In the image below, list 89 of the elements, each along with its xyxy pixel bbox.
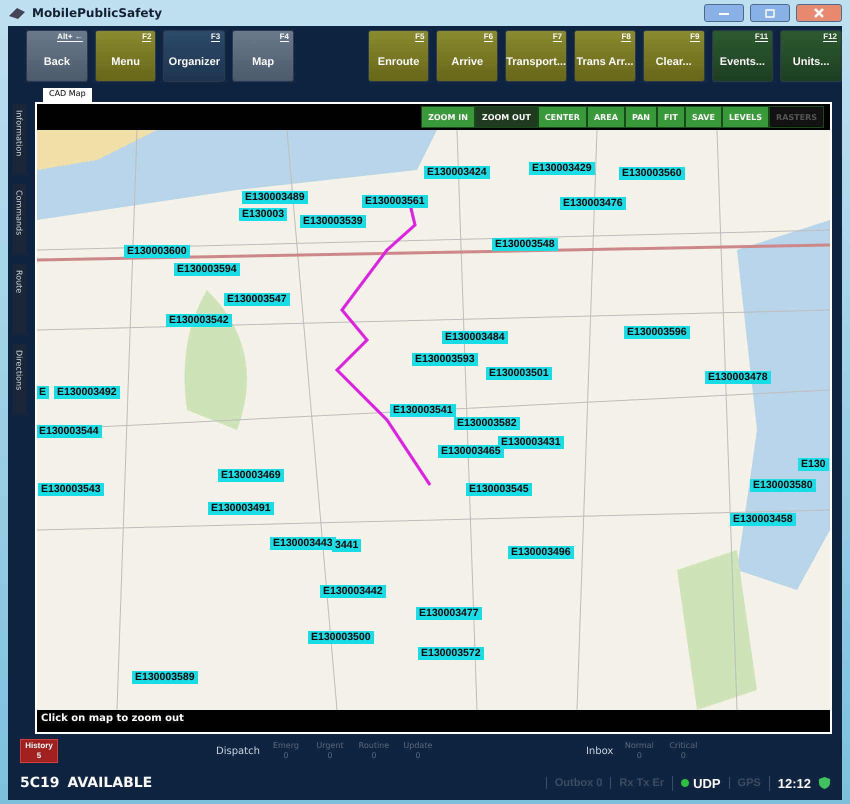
incident-label[interactable]: E130003477 [416,607,482,620]
toolbar-button[interactable]: Alt+ ← Back [26,30,88,82]
map-hint: Click on map to zoom out [40,712,185,726]
incident-label[interactable]: E130003429 [529,162,595,175]
incident-label[interactable]: E130003593 [412,353,478,366]
toolbar-button[interactable]: F6 Arrive [436,30,498,82]
incident-label[interactable]: E130003500 [308,631,374,644]
incident-label[interactable]: 3441 [332,539,362,552]
unit-id: 5C19 [20,775,60,791]
inbox-counter: Critical 0 [668,741,698,761]
toolbar-button[interactable]: F4 Map [232,30,294,82]
clock: 12:12 [768,776,811,790]
side-tab[interactable]: Route [12,264,26,334]
incident-label[interactable]: E130003542 [166,314,232,327]
incident-label[interactable]: E130003489 [242,191,308,204]
incident-label[interactable]: E130003572 [418,647,484,660]
map-tool-button[interactable]: FIT [656,106,685,128]
status-indicator: UDP [672,776,721,790]
map-tool-button[interactable]: LEVELS [722,106,770,128]
toolbar-button[interactable]: F11 Events... [712,30,774,82]
dispatch-counter: Urgent 0 [315,741,345,761]
incident-label[interactable]: E130003543 [38,483,104,496]
minimize-icon [719,11,729,15]
incident-label[interactable]: E130003541 [390,404,456,417]
incident-label[interactable]: E130003491 [208,502,274,515]
tab[interactable]: CAD Map [43,88,92,102]
toolbar-button[interactable]: F8 Trans Arr... [574,30,636,82]
window-title: MobilePublicSafety [32,6,164,20]
incident-label[interactable]: E130003547 [224,293,290,306]
incident-label[interactable]: E130003501 [486,367,552,380]
map-placeholder[interactable] [37,130,830,710]
toolbar-button[interactable]: F3 Organizer [163,30,226,82]
dispatch-counter: Routine 0 [358,741,390,761]
side-tab[interactable]: Directions [12,344,26,414]
incident-label[interactable]: E130003469 [218,469,284,482]
incident-label[interactable]: E130003561 [362,195,428,208]
incident-label[interactable]: E130003496 [508,546,574,559]
map-tool-button[interactable]: SAVE [684,106,722,128]
incident-label[interactable]: E130003478 [705,371,771,384]
incident-label[interactable]: E130003582 [454,417,520,430]
incident-label[interactable]: E130003539 [300,215,366,228]
status-dot-icon [681,779,690,787]
inbox-label: Inbox [586,746,614,756]
incident-label[interactable]: E130003589 [132,671,198,684]
incident-label[interactable]: E130003465 [438,445,504,458]
map-tool-button[interactable]: ZOOM IN [421,106,475,128]
toolbar-button[interactable]: F2 Menu [94,30,156,82]
incident-label[interactable]: E130003594 [174,263,240,276]
shield-icon [819,777,830,789]
incident-label[interactable]: E130003600 [124,245,190,258]
incident-label[interactable]: E130 [798,458,829,471]
incident-label[interactable]: E130003580 [750,479,816,492]
unit-status: AVAILABLE [68,775,152,791]
map-tool-button[interactable]: ZOOM OUT [474,106,538,128]
incident-label[interactable]: E130003492 [54,386,120,399]
incident-label[interactable]: E130003560 [619,167,685,180]
map-tool-button[interactable]: CENTER [538,106,587,128]
maximize-icon [765,8,775,18]
side-tab[interactable]: Commands [12,184,26,254]
incident-label[interactable]: E130003442 [320,585,386,598]
incident-label[interactable]: E130003431 [498,436,564,449]
toolbar-button[interactable]: F9 Clear... [642,30,705,82]
maximize-button[interactable] [750,4,790,22]
incident-label[interactable]: E130003484 [442,331,508,344]
dispatch-label: Dispatch [216,746,260,756]
map-tool-button[interactable]: AREA [586,106,625,128]
history-button[interactable]: History 5 [20,739,58,763]
minimize-button[interactable] [704,4,744,22]
inbox-counter: Normal 0 [624,741,655,761]
incident-label[interactable]: E130003424 [424,166,490,179]
map-tool-button[interactable]: PAN [624,106,657,128]
incident-label[interactable]: E130003443 [270,537,336,550]
dispatch-counter: Emerg 0 [272,741,300,761]
toolbar-button[interactable]: F12 Units... [780,30,842,82]
close-button[interactable] [796,4,842,22]
toolbar-button[interactable]: F5 Enroute [368,30,430,82]
app-logo-icon [8,6,26,20]
dispatch-counter: Update 0 [402,741,434,761]
close-icon [814,8,824,18]
incident-label[interactable]: E130003544 [37,425,102,438]
incident-label[interactable]: E130003458 [730,513,796,526]
toolbar-button[interactable]: F7 Transport... [505,30,568,82]
incident-label[interactable]: E130003 [239,208,288,221]
incident-label[interactable]: E [37,386,50,399]
incident-label[interactable]: E130003548 [492,238,558,251]
incident-label[interactable]: E130003596 [624,326,690,339]
incident-label[interactable]: E130003545 [466,483,532,496]
side-tab[interactable]: Information [12,104,26,174]
incident-label[interactable]: E130003476 [560,197,626,210]
